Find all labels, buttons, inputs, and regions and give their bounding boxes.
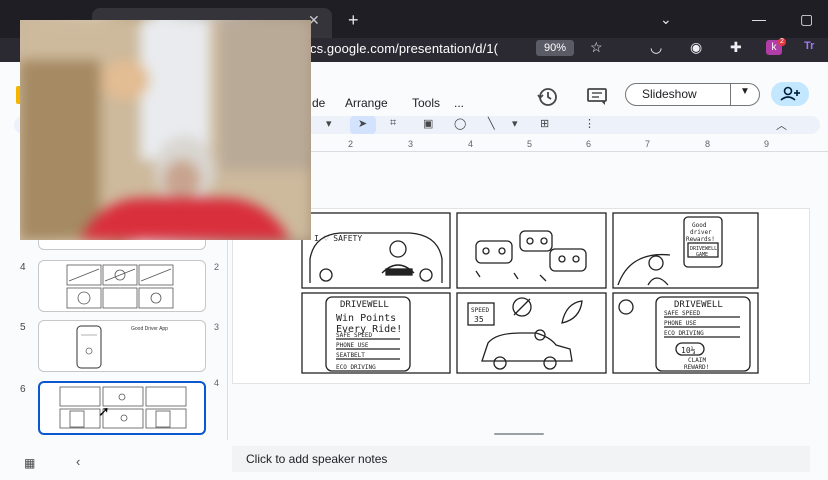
extension-badge-count: 2 [778,38,786,46]
zoom-level[interactable]: 90% [536,40,574,56]
vruler-number: 3 [214,322,220,332]
speaker-notes-placeholder: Click to add speaker notes [246,452,388,466]
slideshow-button[interactable]: Slideshow ▼ [625,83,760,106]
thumbnail-phone-sketch [76,325,102,369]
panel4-row: ECO DRIVING [336,364,376,371]
panel5-sign-speed: 35 [474,315,484,324]
add-comment-icon[interactable]: ⊞ [540,117,549,130]
mouse-pointer-icon: ➚ [98,403,110,419]
add-person-icon [780,86,800,101]
panel6-row: ECO DRIVING [664,330,704,337]
toolbar-dropdown-icon[interactable]: ▾ [326,117,332,130]
ruler-number: 4 [468,139,474,149]
more-options-icon[interactable]: ⋮ [584,117,595,130]
panel6-reward-line1: CLAIM [688,357,706,364]
panel6-app-title: DRIVEWELL [674,300,723,310]
webcam-person-image [20,20,311,240]
slideshow-divider [730,84,731,105]
maximize-icon[interactable]: ▢ [800,11,813,28]
shape-icon[interactable]: ◯ [454,117,466,130]
version-history-icon[interactable] [536,86,558,108]
panel6-points: 10⅓ [681,345,696,355]
slide-thumbnail-4[interactable] [38,260,206,312]
ruler-number: 9 [764,139,770,149]
minimize-icon[interactable]: — [752,11,766,27]
line-icon[interactable]: ╲ [488,117,495,130]
thumbnail-sketch-4 [66,264,174,309]
collapse-filmstrip-icon[interactable]: ‹ [76,454,80,469]
pocket-icon[interactable]: ◡ [650,39,662,56]
menu-more[interactable]: ... [454,96,464,110]
vruler-number: 2 [214,262,220,272]
collapse-toolbar-icon[interactable]: ︿ [776,117,787,133]
notes-resize-handle[interactable] [494,433,544,435]
slide-number: 5 [20,322,26,333]
comic-storyboard: I ♡ SAFETY Good driver Rewards! DRIVEWEL… [301,212,759,374]
extensions-icon[interactable]: ✚ [730,39,742,56]
slideshow-dropdown-icon[interactable]: ▼ [740,86,750,97]
slide-number: 4 [20,262,26,273]
vruler-number: 4 [214,378,220,388]
menu-tools[interactable]: Tools [412,96,440,110]
image-icon[interactable]: ▣ [423,117,433,130]
ruler-number: 2 [348,139,354,149]
url-text[interactable]: cs.google.com/presentation/d/1( [310,41,498,56]
ruler-number: 6 [586,139,592,149]
grid-view-icon[interactable]: ▦ [24,456,35,470]
panel4-app-title: DRIVEWELL [340,300,389,310]
new-tab-icon[interactable]: + [348,10,359,31]
ruler-number: 3 [408,139,414,149]
comic-panel-3 [612,212,759,289]
thumbnail-comic-sketch [59,386,187,429]
comic-panel-1 [301,212,451,289]
share-button[interactable] [771,82,809,106]
slideshow-label: Slideshow [642,87,697,101]
slide-number: 6 [20,384,26,395]
thumbnail-title: Good Driver App [131,326,168,332]
bookmark-star-icon[interactable]: ☆ [590,39,603,56]
menu-arrange[interactable]: Arrange [345,96,388,110]
panel6-row: SAFE SPEED [664,310,701,317]
tab-list-chevron-icon[interactable]: ⌄ [660,11,672,28]
panel1-sign: I ♡ SAFETY [314,234,362,243]
panel5-sign-label: SPEED [471,307,489,314]
panel4-heading-line1: Win Points [336,313,396,324]
panel4-row: PHONE USE [336,342,369,349]
menu-slide[interactable]: de [312,96,325,110]
panel3-phone-line1: Good [692,222,707,229]
ruler-number: 5 [527,139,533,149]
panel6-row: PHONE USE [664,320,697,327]
panel4-row: SEATBELT [336,352,365,359]
speaker-notes[interactable]: Click to add speaker notes [232,446,810,472]
text-box-icon[interactable]: ⌗ [390,117,396,130]
slide-thumbnail-6-selected[interactable]: ➚ [38,381,206,435]
account-icon[interactable]: ◉ [690,39,702,56]
ruler-number: 7 [645,139,651,149]
panel3-phone-line3: Rewards! [686,236,715,243]
extension-tr-icon[interactable]: Tr [804,40,814,52]
panel4-row: SAFE SPEED [336,332,373,339]
webcam-overlay [20,20,311,240]
comments-icon[interactable] [586,87,608,107]
panel3-game-line2: GAME [696,252,708,258]
cursor-icon[interactable]: ➤ [358,117,367,130]
ruler-number: 8 [705,139,711,149]
panel3-phone-line2: driver [690,229,712,236]
panel6-reward-line2: REWARD! [684,364,709,371]
line-dropdown-icon[interactable]: ▾ [512,117,518,130]
slide-thumbnail-5[interactable]: Good Driver App [38,320,206,372]
